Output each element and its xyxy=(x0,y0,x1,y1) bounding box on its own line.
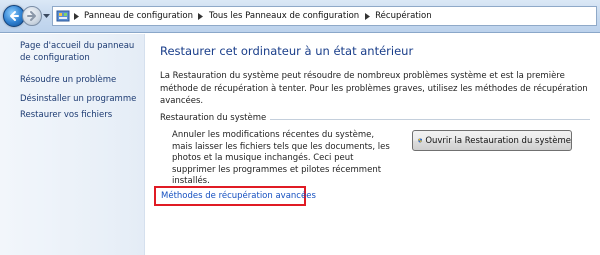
advanced-recovery-highlight-box: Méthodes de récupération avancées xyxy=(154,186,316,206)
history-dropdown-icon xyxy=(43,13,50,18)
breadcrumb-chevron-icon[interactable] xyxy=(70,10,82,22)
address-box[interactable]: Panneau de configuration Tous les Pannea… xyxy=(52,6,597,26)
main-content: Restaurer cet ordinateur à un état antér… xyxy=(146,34,600,255)
left-task-pane: Page d'accueil du panneau de configurati… xyxy=(0,34,145,255)
breadcrumb-control-panel[interactable]: Panneau de configuration xyxy=(82,11,195,21)
system-restore-description: Annuler les modifications récentes du sy… xyxy=(172,130,390,186)
advanced-recovery-methods-link[interactable]: Méthodes de récupération avancées xyxy=(161,191,316,201)
breadcrumb-chevron-icon[interactable] xyxy=(361,10,373,22)
section-divider xyxy=(270,118,590,120)
link-restore-files[interactable]: Restaurer vos fichiers xyxy=(20,110,140,122)
link-troubleshoot[interactable]: Résoudre un problème xyxy=(20,75,140,87)
control-panel-icon xyxy=(56,10,70,22)
forward-arrow-icon xyxy=(27,11,36,21)
section-title: Restauration du système xyxy=(160,113,267,123)
breadcrumb-all-control-panel-items[interactable]: Tous les Panneaux de configuration xyxy=(207,11,361,21)
address-toolbar: Panneau de configuration Tous les Pannea… xyxy=(0,0,600,33)
breadcrumb-recovery[interactable]: Récupération xyxy=(373,11,433,21)
link-control-panel-home[interactable]: Page d'accueil du panneau de configurati… xyxy=(20,41,140,64)
intro-text: La Restauration du système peut résoudre… xyxy=(160,71,588,106)
open-system-restore-label: Ouvrir la Restauration du système xyxy=(425,135,571,146)
recent-pages-dropdown[interactable] xyxy=(43,12,50,20)
system-restore-section-header: Restauration du système xyxy=(160,111,590,125)
breadcrumb-chevron-icon[interactable] xyxy=(195,10,207,22)
open-system-restore-button[interactable]: Ouvrir la Restauration du système xyxy=(412,130,572,151)
back-arrow-icon xyxy=(10,11,19,21)
forward-button[interactable] xyxy=(22,6,42,26)
uac-shield-icon xyxy=(418,138,423,143)
page-title: Restaurer cet ordinateur à un état antér… xyxy=(160,44,414,58)
link-uninstall-program[interactable]: Désinstaller un programme xyxy=(20,94,140,106)
